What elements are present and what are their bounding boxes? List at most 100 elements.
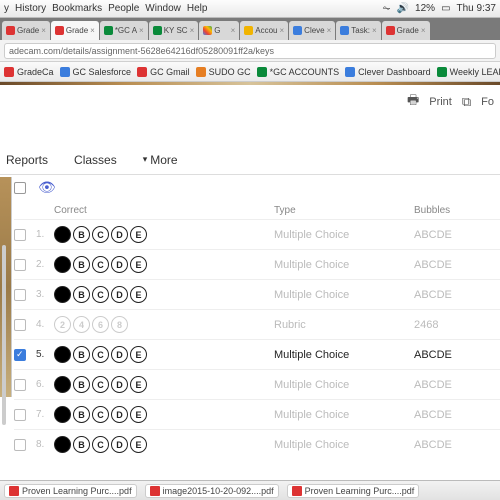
select-all-checkbox[interactable] xyxy=(14,182,26,194)
bubble-B[interactable]: B xyxy=(73,436,90,453)
bubble-B[interactable]: B xyxy=(73,256,90,273)
bubble-D[interactable]: D xyxy=(111,346,128,363)
bubble-D[interactable]: D xyxy=(111,376,128,393)
bubble-C[interactable]: C xyxy=(92,376,109,393)
download-item[interactable]: image2015-10-20-092....pdf xyxy=(145,484,279,498)
bubble-E[interactable]: E xyxy=(130,406,147,423)
bubble-E[interactable]: E xyxy=(130,376,147,393)
bubble-D[interactable]: D xyxy=(111,436,128,453)
key-row[interactable]: 1.ABCDEMultiple ChoiceABCDE xyxy=(14,219,500,249)
close-icon[interactable]: × xyxy=(41,26,46,35)
bubble-C[interactable]: C xyxy=(92,436,109,453)
bubble-8[interactable]: 8 xyxy=(111,316,128,333)
bubble-A[interactable]: A xyxy=(54,436,71,453)
bubble-A[interactable]: A xyxy=(54,286,71,303)
bubble-A[interactable]: A xyxy=(54,226,71,243)
bubble-C[interactable]: C xyxy=(92,346,109,363)
bubble-set[interactable]: ABCDE xyxy=(54,346,274,363)
close-icon[interactable]: × xyxy=(90,26,95,35)
menu-bookmarks[interactable]: Bookmarks xyxy=(52,3,102,14)
bubble-A[interactable]: A xyxy=(54,256,71,273)
row-checkbox[interactable] xyxy=(14,379,26,391)
bookmark-item[interactable]: GC Salesforce xyxy=(60,67,132,77)
bubble-4[interactable]: 4 xyxy=(73,316,90,333)
bubble-B[interactable]: B xyxy=(73,376,90,393)
bubble-A[interactable]: A xyxy=(54,346,71,363)
browser-tab[interactable]: Grade× xyxy=(51,21,99,40)
menu-history[interactable]: History xyxy=(15,3,46,14)
tab-classes[interactable]: Classes xyxy=(74,153,117,167)
bubble-A[interactable]: A xyxy=(54,376,71,393)
tab-reports[interactable]: Reports xyxy=(6,153,48,167)
menu-y[interactable]: y xyxy=(4,3,9,14)
browser-tab[interactable]: Grade× xyxy=(382,21,430,40)
bubble-set[interactable]: ABCDE xyxy=(54,406,274,423)
row-checkbox[interactable] xyxy=(14,409,26,421)
menu-window[interactable]: Window xyxy=(145,3,181,14)
row-checkbox[interactable] xyxy=(14,349,26,361)
scrollbar[interactable] xyxy=(2,245,6,425)
row-checkbox[interactable] xyxy=(14,439,26,451)
download-item[interactable]: Proven Learning Purc....pdf xyxy=(287,484,420,498)
bubble-B[interactable]: B xyxy=(73,346,90,363)
browser-tab[interactable]: Cleve× xyxy=(289,21,335,40)
browser-tab[interactable]: Grade× xyxy=(2,21,50,40)
url-field[interactable]: adecam.com/details/assignment-5628e64216… xyxy=(4,43,496,59)
bubble-D[interactable]: D xyxy=(111,406,128,423)
form-button[interactable]: Fo xyxy=(481,96,494,108)
bubble-set[interactable]: ABCDE xyxy=(54,436,274,453)
bubble-6[interactable]: 6 xyxy=(92,316,109,333)
bubble-B[interactable]: B xyxy=(73,406,90,423)
bubble-C[interactable]: C xyxy=(92,406,109,423)
browser-tab[interactable]: *GC A× xyxy=(100,21,148,40)
bubble-B[interactable]: B xyxy=(73,286,90,303)
close-icon[interactable]: × xyxy=(327,26,332,35)
close-icon[interactable]: × xyxy=(231,26,236,35)
close-icon[interactable]: × xyxy=(280,26,285,35)
tab-more[interactable]: ▾More xyxy=(143,153,178,167)
key-row[interactable]: 8.ABCDEMultiple ChoiceABCDE xyxy=(14,429,500,459)
key-row[interactable]: 5.ABCDEMultiple ChoiceABCDE xyxy=(14,339,500,369)
key-row[interactable]: 7.ABCDEMultiple ChoiceABCDE xyxy=(14,399,500,429)
bubble-E[interactable]: E xyxy=(130,346,147,363)
row-checkbox[interactable] xyxy=(14,259,26,271)
bubble-set[interactable]: 2468 xyxy=(54,316,274,333)
key-row[interactable]: 4.2468Rubric2468 xyxy=(14,309,500,339)
close-icon[interactable]: × xyxy=(372,26,377,35)
browser-tab[interactable]: KY SC× xyxy=(149,21,199,40)
bubble-set[interactable]: ABCDE xyxy=(54,226,274,243)
bubble-A[interactable]: A xyxy=(54,406,71,423)
row-checkbox[interactable] xyxy=(14,319,26,331)
visibility-icon[interactable]: 👁 xyxy=(38,179,56,196)
bookmark-item[interactable]: SUDO GC xyxy=(196,67,251,77)
bubble-C[interactable]: C xyxy=(92,286,109,303)
bubble-2[interactable]: 2 xyxy=(54,316,71,333)
bookmark-item[interactable]: Clever Dashboard xyxy=(345,67,431,77)
bubble-E[interactable]: E xyxy=(130,436,147,453)
bubble-D[interactable]: D xyxy=(111,226,128,243)
bubble-set[interactable]: ABCDE xyxy=(54,376,274,393)
key-row[interactable]: 2.ABCDEMultiple ChoiceABCDE xyxy=(14,249,500,279)
browser-tab[interactable]: Accou× xyxy=(240,21,288,40)
menu-people[interactable]: People xyxy=(108,3,139,14)
print-button[interactable]: Print xyxy=(429,96,452,108)
bubble-set[interactable]: ABCDE xyxy=(54,286,274,303)
close-icon[interactable]: × xyxy=(139,26,144,35)
bookmark-item[interactable]: GC Gmail xyxy=(137,67,190,77)
bubble-D[interactable]: D xyxy=(111,286,128,303)
browser-tab[interactable]: G× xyxy=(199,21,239,40)
close-icon[interactable]: × xyxy=(190,26,195,35)
key-row[interactable]: 3.ABCDEMultiple ChoiceABCDE xyxy=(14,279,500,309)
close-icon[interactable]: × xyxy=(421,26,426,35)
bubble-C[interactable]: C xyxy=(92,226,109,243)
bubble-C[interactable]: C xyxy=(92,256,109,273)
bookmark-item[interactable]: Weekly LEAD xyxy=(437,67,500,77)
bookmark-item[interactable]: *GC ACCOUNTS xyxy=(257,67,340,77)
menu-help[interactable]: Help xyxy=(187,3,208,14)
bubble-D[interactable]: D xyxy=(111,256,128,273)
bubble-set[interactable]: ABCDE xyxy=(54,256,274,273)
bubble-B[interactable]: B xyxy=(73,226,90,243)
row-checkbox[interactable] xyxy=(14,289,26,301)
bubble-E[interactable]: E xyxy=(130,286,147,303)
row-checkbox[interactable] xyxy=(14,229,26,241)
